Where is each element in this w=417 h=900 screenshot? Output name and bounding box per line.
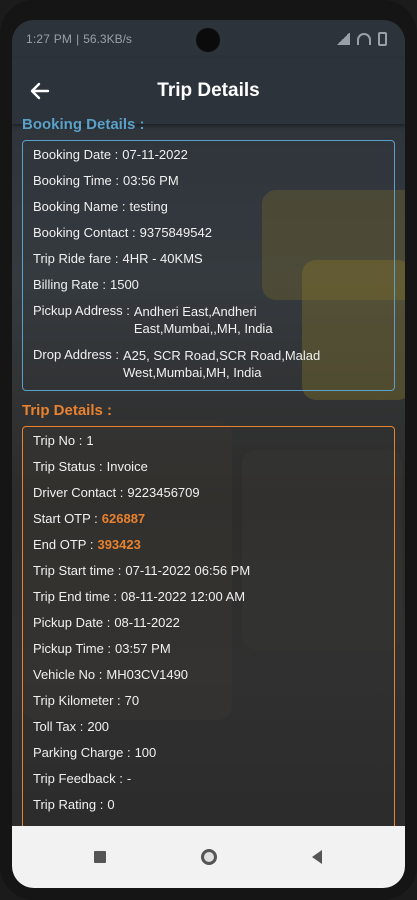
row-label: Vehicle No : bbox=[33, 667, 103, 682]
row-label: Trip No : bbox=[33, 433, 83, 448]
drop-address-row: Drop Address : A25, SCR Road,SCR Road,Ma… bbox=[33, 347, 384, 381]
row-label: Parking Charge : bbox=[33, 745, 131, 760]
arrow-left-icon bbox=[30, 82, 50, 100]
booking-time-row: Booking Time : 03:56 PM bbox=[33, 173, 384, 189]
end-otp-value: 393423 bbox=[97, 537, 141, 552]
trip-ride-fare-row: Trip Ride fare : 4HR - 40KMS bbox=[33, 251, 384, 267]
row-label: Booking Time : bbox=[33, 173, 119, 188]
app-bar: Trip Details bbox=[12, 58, 405, 124]
trip-details-card: Trip No : 1 Trip Status : Invoice Driver… bbox=[22, 426, 395, 846]
booking-name-row: Booking Name : testing bbox=[33, 199, 384, 215]
row-value: 08-11-2022 12:00 AM bbox=[121, 589, 246, 604]
pickup-time-row: Pickup Time : 03:57 PM bbox=[33, 641, 384, 657]
system-nav-bar bbox=[12, 826, 405, 888]
row-label: Start OTP : bbox=[33, 511, 98, 526]
signal-icon bbox=[336, 33, 350, 45]
row-label: Trip Start time : bbox=[33, 563, 122, 578]
row-value: 0 bbox=[107, 797, 115, 812]
home-button[interactable] bbox=[189, 837, 229, 877]
row-label: Pickup Time : bbox=[33, 641, 112, 656]
row-label: Trip Status : bbox=[33, 459, 103, 474]
trip-status-row: Trip Status : Invoice bbox=[33, 459, 384, 475]
pickup-date-row: Pickup Date : 08-11-2022 bbox=[33, 615, 384, 631]
row-label: Drop Address : bbox=[33, 347, 119, 362]
toll-tax-row: Toll Tax : 200 bbox=[33, 719, 384, 735]
trip-end-time-row: Trip End time : 08-11-2022 12:00 AM bbox=[33, 589, 384, 605]
row-value: A25, SCR Road,SCR Road,Malad West,Mumbai… bbox=[123, 348, 321, 380]
row-value: 9375849542 bbox=[139, 225, 212, 240]
camera-cutout bbox=[196, 28, 220, 52]
row-label: Booking Name : bbox=[33, 199, 126, 214]
row-label: Trip Ride fare : bbox=[33, 251, 119, 266]
start-otp-row: Start OTP : 626887 bbox=[33, 511, 384, 527]
status-time: 1:27 PM bbox=[26, 32, 73, 46]
row-value: 03:57 PM bbox=[115, 641, 171, 656]
circle-icon bbox=[200, 849, 217, 865]
wifi-icon bbox=[357, 33, 371, 45]
phone-frame: 1:27 PM | 56.3KB/s Trip Details Booking … bbox=[0, 0, 417, 900]
vehicle-no-row: Vehicle No : MH03CV1490 bbox=[33, 667, 384, 683]
row-label: Billing Rate : bbox=[33, 277, 106, 292]
screen: 1:27 PM | 56.3KB/s Trip Details Booking … bbox=[12, 20, 405, 888]
trip-rating-row: Trip Rating : 0 bbox=[33, 797, 384, 813]
row-label: Pickup Date : bbox=[33, 615, 111, 630]
trip-start-time-row: Trip Start time : 07-11-2022 06:56 PM bbox=[33, 563, 384, 579]
system-back-button[interactable] bbox=[297, 837, 337, 877]
battery-icon bbox=[378, 32, 387, 46]
billing-rate-row: Billing Rate : 1500 bbox=[33, 277, 384, 293]
row-label: Trip Feedback : bbox=[33, 771, 123, 786]
trip-kilometer-row: Trip Kilometer : 70 bbox=[33, 693, 384, 709]
row-value: 70 bbox=[124, 693, 140, 708]
status-icons bbox=[336, 32, 387, 46]
row-label: Pickup Address : bbox=[33, 303, 130, 318]
driver-contact-row: Driver Contact : 9223456709 bbox=[33, 485, 384, 501]
row-value: 9223456709 bbox=[127, 485, 200, 500]
back-button[interactable] bbox=[26, 77, 54, 105]
page-title: Trip Details bbox=[157, 80, 260, 101]
row-label: Trip End time : bbox=[33, 589, 118, 604]
row-value: - bbox=[126, 771, 132, 786]
row-label: Toll Tax : bbox=[33, 719, 84, 734]
status-separator: | bbox=[76, 32, 80, 46]
row-value: Andheri East,Andheri East,Mumbai,,MH, In… bbox=[133, 304, 273, 336]
booking-contact-row: Booking Contact : 9375849542 bbox=[33, 225, 384, 241]
end-otp-row: End OTP : 393423 bbox=[33, 537, 384, 553]
row-label: Trip Rating : bbox=[33, 797, 104, 812]
status-network-speed: 56.3KB/s bbox=[83, 32, 132, 46]
triangle-icon bbox=[311, 850, 322, 864]
row-value: 1500 bbox=[109, 277, 139, 292]
booking-details-card: Booking Date : 07-11-2022 Booking Time :… bbox=[22, 140, 395, 391]
row-value: 4HR - 40KMS bbox=[122, 251, 203, 266]
row-value: 100 bbox=[134, 745, 157, 760]
row-value: 03:56 PM bbox=[123, 173, 179, 188]
row-label: End OTP : bbox=[33, 537, 94, 552]
row-label: Trip Kilometer : bbox=[33, 693, 121, 708]
row-value: 08-11-2022 bbox=[114, 615, 180, 630]
row-value: MH03CV1490 bbox=[106, 667, 189, 682]
square-icon bbox=[94, 851, 107, 863]
parking-charge-row: Parking Charge : 100 bbox=[33, 745, 384, 761]
row-value: 1 bbox=[86, 433, 94, 448]
row-label: Booking Date : bbox=[33, 147, 119, 162]
trip-feedback-row: Trip Feedback : - bbox=[33, 771, 384, 787]
row-value: testing bbox=[129, 199, 168, 214]
start-otp-value: 626887 bbox=[101, 511, 146, 526]
trip-details-heading: Trip Details : bbox=[22, 402, 113, 419]
row-value: 07-11-2022 bbox=[122, 147, 188, 162]
row-label: Booking Contact : bbox=[33, 225, 136, 240]
booking-date-row: Booking Date : 07-11-2022 bbox=[33, 147, 384, 163]
row-value: 07-11-2022 06:56 PM bbox=[125, 563, 251, 578]
recent-apps-button[interactable] bbox=[80, 837, 120, 877]
pickup-address-row: Pickup Address : Andheri East,Andheri Ea… bbox=[33, 303, 384, 337]
row-value: Invoice bbox=[106, 459, 148, 474]
trip-no-row: Trip No : 1 bbox=[33, 433, 384, 449]
row-label: Driver Contact : bbox=[33, 485, 124, 500]
row-value: 200 bbox=[87, 719, 110, 734]
booking-details-heading: Booking Details : bbox=[22, 116, 145, 133]
